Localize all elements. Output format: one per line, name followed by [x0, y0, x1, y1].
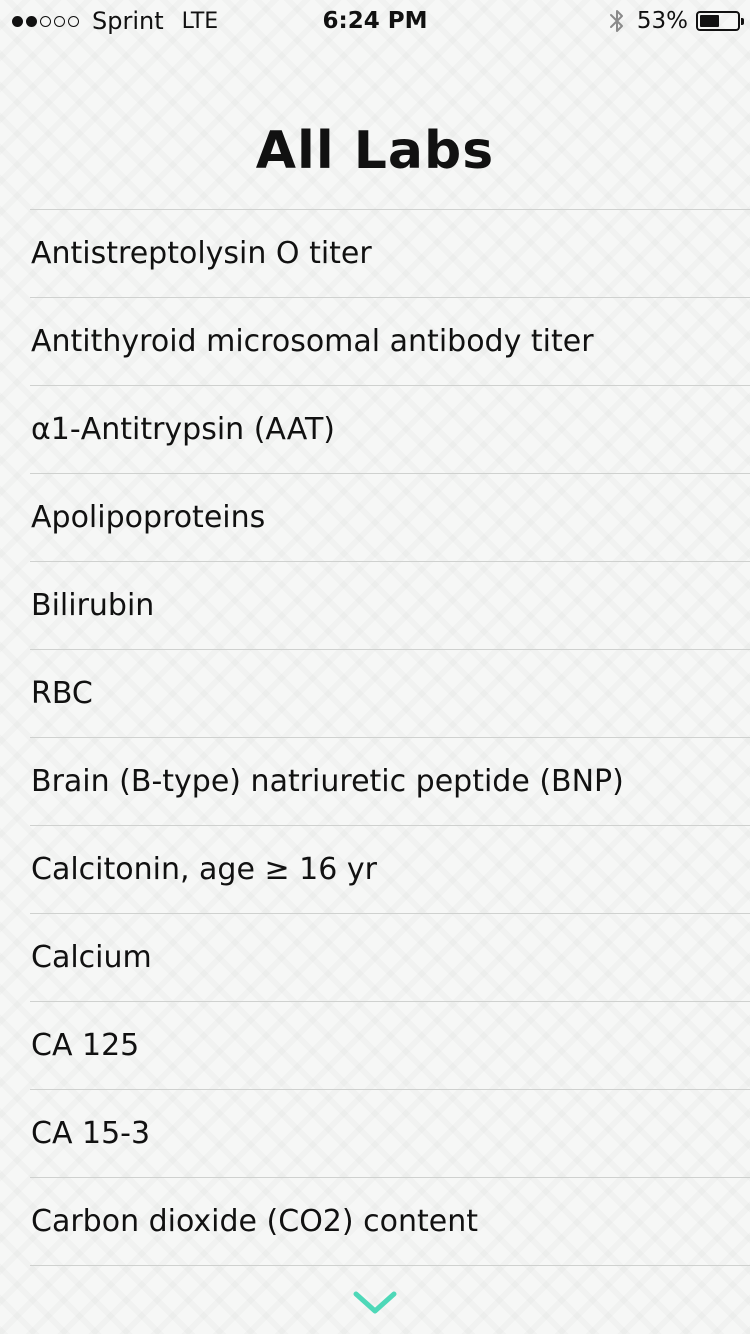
lab-list-item[interactable]: RBC — [30, 650, 750, 738]
battery-percent: 53% — [636, 8, 688, 34]
lab-list-item[interactable]: Calcium — [30, 914, 750, 1002]
lab-item-label: Antistreptolysin O titer — [31, 236, 372, 271]
lab-item-label: RBC — [31, 676, 93, 711]
bluetooth-icon — [609, 8, 625, 34]
battery-icon — [696, 11, 744, 31]
lab-list-item[interactable]: Brain (B-type) natriuretic peptide (BNP) — [30, 738, 750, 826]
chevron-down-icon — [353, 1291, 397, 1314]
lab-item-label: Apolipoproteins — [31, 500, 266, 535]
lab-list-item[interactable]: Antistreptolysin O titer — [30, 210, 750, 298]
lab-list: Antistreptolysin O titer Antithyroid micr… — [30, 209, 750, 1266]
page-title: All Labs — [255, 120, 495, 181]
lab-list-item[interactable]: Calcitonin, age ≥ 16 yr — [30, 826, 750, 914]
lab-item-label: Antithyroid microsomal antibody titer — [31, 324, 594, 359]
battery-nub — [741, 18, 744, 25]
lab-item-label: Calcium — [31, 940, 152, 975]
battery-fill — [700, 15, 719, 27]
lab-list-item[interactable]: Carbon dioxide (CO2) content — [30, 1178, 750, 1266]
lab-item-label: Bilirubin — [31, 588, 155, 623]
lab-item-label: α1-Antitrypsin (AAT) — [31, 412, 336, 447]
lab-list-item[interactable]: Antithyroid microsomal antibody titer — [30, 298, 750, 386]
status-right: 53% — [609, 6, 744, 36]
lab-list-item[interactable]: Apolipoproteins — [30, 474, 750, 562]
lab-list-item[interactable]: Bilirubin — [30, 562, 750, 650]
lab-list-item[interactable]: CA 15-3 — [30, 1090, 750, 1178]
status-bar: Sprint LTE 6:24 PM 53% — [0, 0, 750, 40]
lab-list-item[interactable]: CA 125 — [30, 1002, 750, 1090]
lab-item-label: CA 125 — [31, 1028, 140, 1063]
lab-item-label: Brain (B-type) natriuretic peptide (BNP) — [31, 764, 624, 799]
lab-item-label: Calcitonin, age ≥ 16 yr — [31, 852, 377, 887]
lab-item-label: Carbon dioxide (CO2) content — [31, 1204, 478, 1239]
lab-list-item[interactable]: α1-Antitrypsin (AAT) — [30, 386, 750, 474]
lab-item-label: CA 15-3 — [31, 1116, 151, 1151]
scroll-down-button[interactable] — [352, 1286, 398, 1320]
